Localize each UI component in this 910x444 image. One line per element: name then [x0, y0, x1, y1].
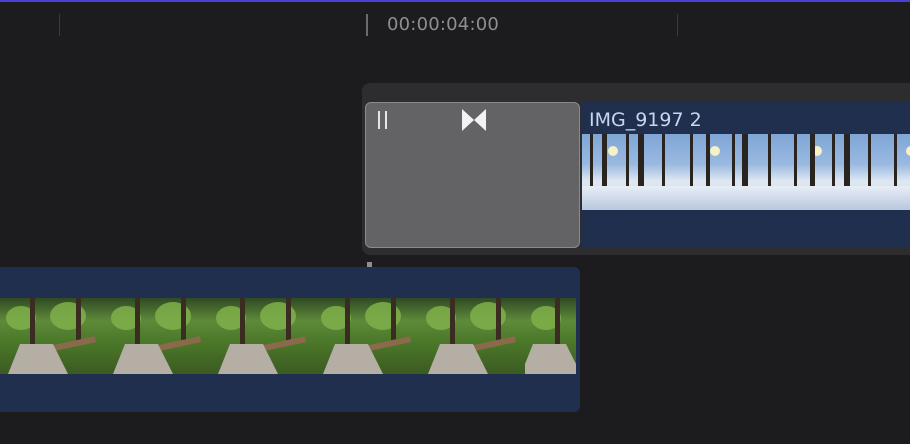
clip-filmstrip [0, 298, 576, 374]
ruler-tick [677, 14, 678, 36]
filmstrip-frame [0, 298, 105, 374]
time-ruler[interactable]: 00:00:04:00 [0, 2, 910, 46]
video-clip-img-9197[interactable]: IMG_9197 2 [581, 102, 910, 248]
filmstrip-frame [315, 298, 420, 374]
filmstrip-frame [105, 298, 210, 374]
filmstrip-frame [582, 134, 684, 210]
ruler-timecode: 00:00:04:00 [387, 14, 500, 35]
ruler-major-tick [366, 14, 368, 36]
clip-title: IMG_9197 2 [589, 109, 702, 131]
cross-dissolve-icon [462, 109, 486, 131]
filmstrip-frame [420, 298, 525, 374]
primary-storyline-clip[interactable] [0, 267, 580, 412]
pause-icon [378, 111, 392, 129]
filmstrip-frame [210, 298, 315, 374]
timeline: 00:00:04:00 IMG_9197 2 [0, 0, 910, 444]
filmstrip-frame [786, 134, 888, 210]
filmstrip-frame [525, 298, 576, 374]
filmstrip-frame [888, 134, 910, 210]
clip-filmstrip [582, 134, 910, 210]
ruler-tick [59, 14, 60, 36]
filmstrip-frame [684, 134, 786, 210]
transition-clip[interactable] [365, 102, 580, 248]
